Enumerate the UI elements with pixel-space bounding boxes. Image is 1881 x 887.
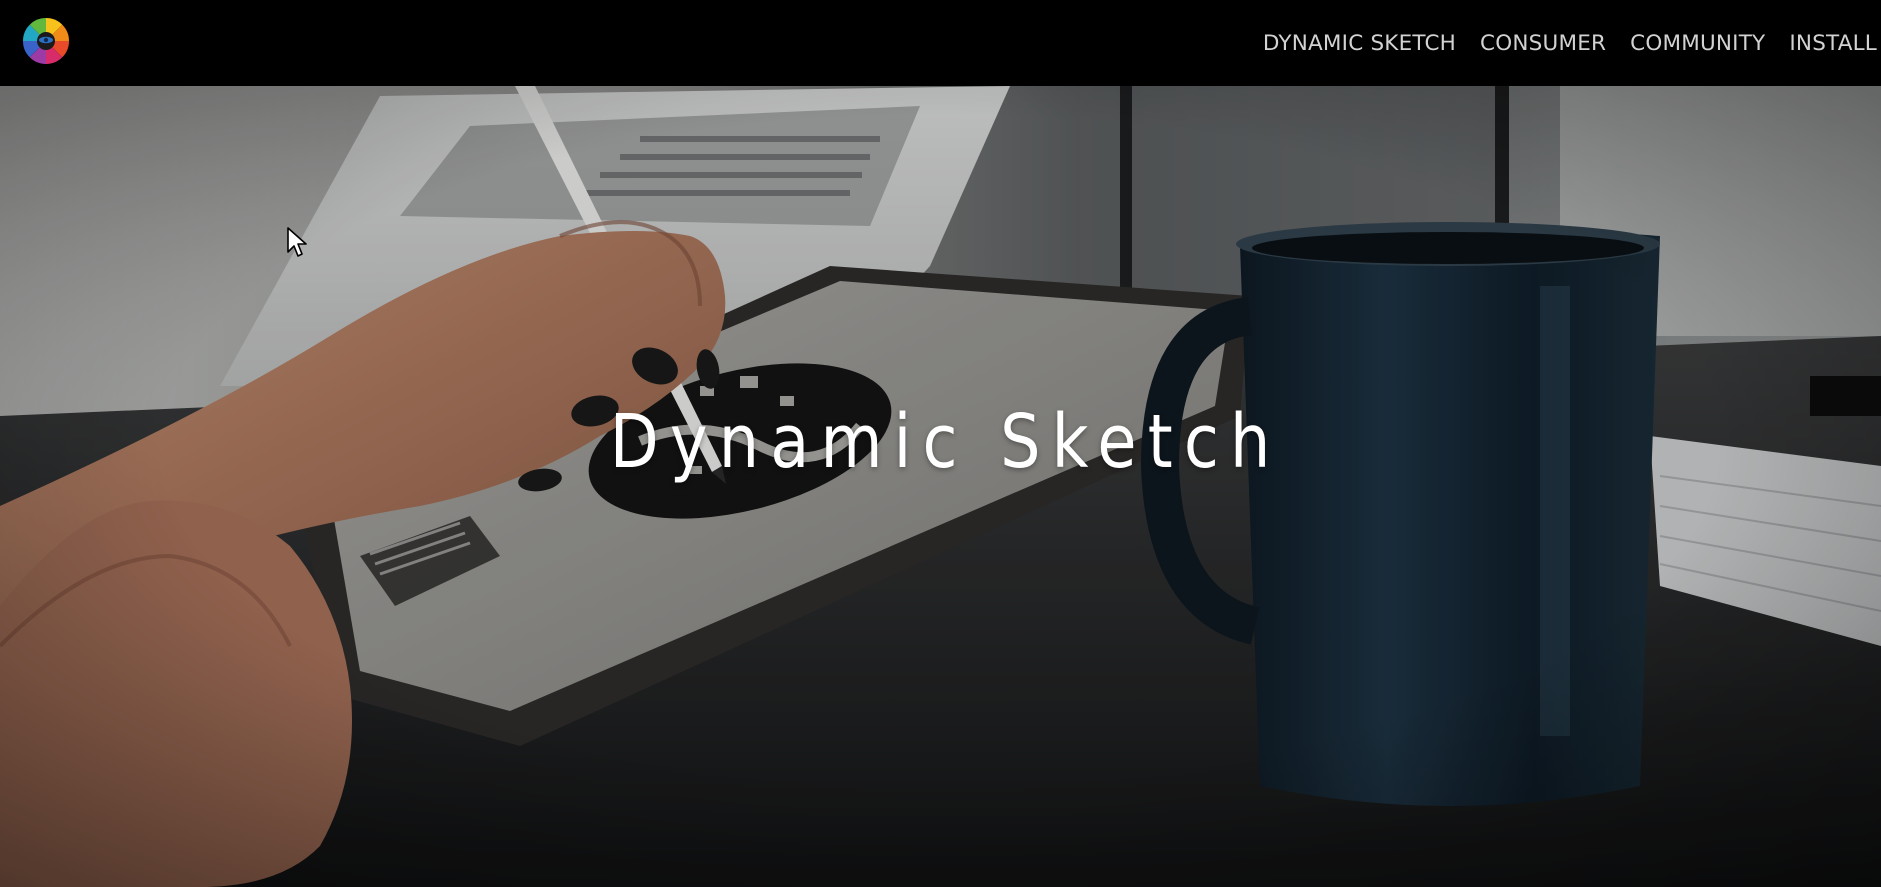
hero-title: Dynamic Sketch xyxy=(609,399,1282,485)
nav-link-dynamic-sketch[interactable]: DYNAMIC SKETCH xyxy=(1263,31,1456,56)
color-wheel-logo-icon[interactable] xyxy=(22,17,70,65)
nav-link-consumer[interactable]: CONSUMER xyxy=(1480,31,1606,56)
main-nav: DYNAMIC SKETCH CONSUMER COMMUNITY INSTAL… xyxy=(1239,0,1877,86)
page: DYNAMIC SKETCH CONSUMER COMMUNITY INSTAL… xyxy=(0,0,1881,887)
hero-background-image xyxy=(0,86,1881,887)
hero-section: Dynamic Sketch xyxy=(0,86,1881,887)
mouse-cursor-icon xyxy=(287,227,307,257)
nav-link-install[interactable]: INSTALL xyxy=(1789,31,1877,56)
top-navigation-bar: DYNAMIC SKETCH CONSUMER COMMUNITY INSTAL… xyxy=(0,0,1881,86)
nav-link-community[interactable]: COMMUNITY xyxy=(1630,31,1765,56)
